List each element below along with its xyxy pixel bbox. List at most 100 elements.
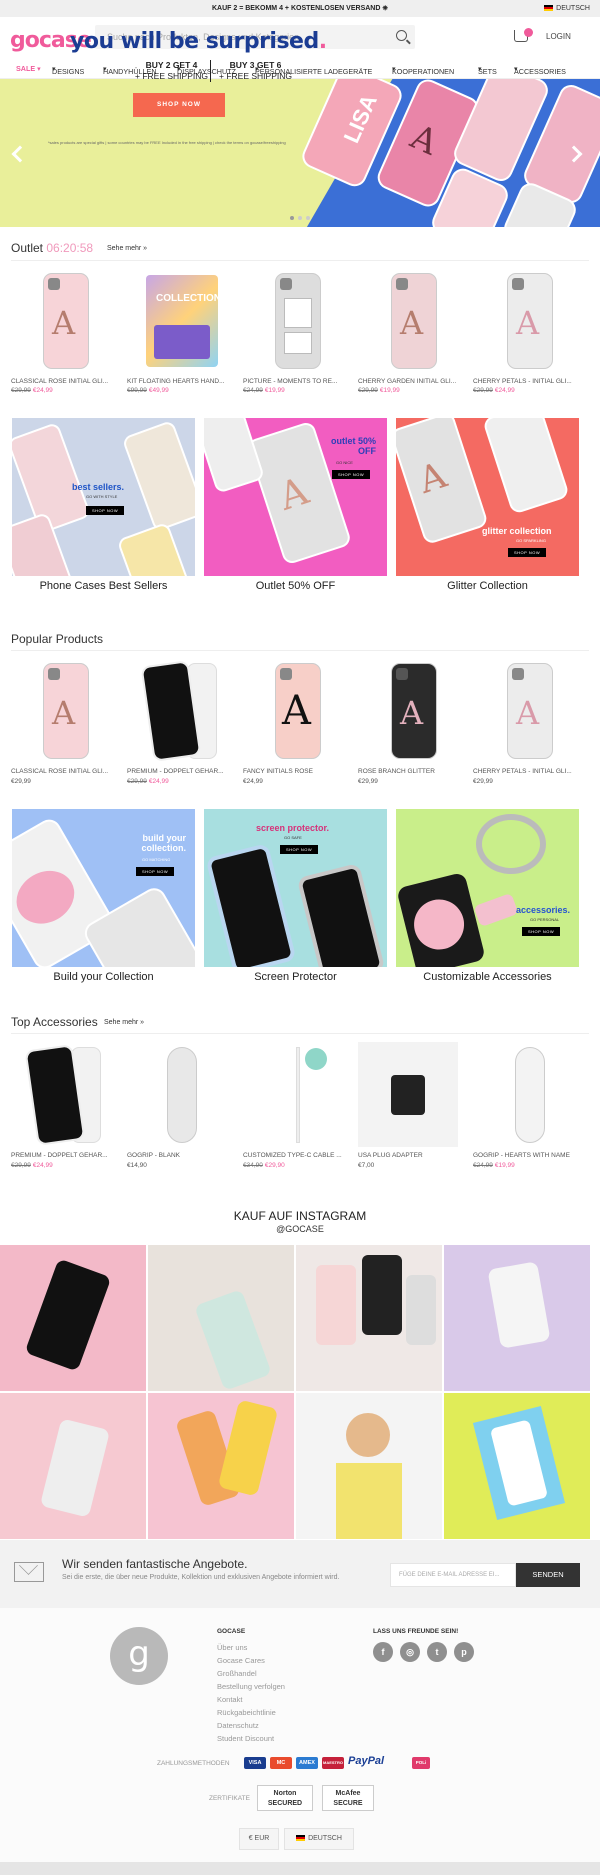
product-image[interactable]: A [248,658,348,763]
instagram-photo[interactable] [148,1245,294,1391]
footer-link[interactable]: Bestellung verfolgen [217,1682,285,1691]
product-image[interactable]: A [16,268,116,373]
product-name[interactable]: ROSE BRANCH GLITTER [358,768,470,775]
banner-caption[interactable]: Build your Collection [12,971,195,983]
banner-shop-button[interactable]: SHOP NOW [86,506,125,515]
language-selector[interactable]: DEUTSCH [544,0,590,17]
product-name[interactable]: PREMIUM - DOPPELT GEHÄR... [11,1152,123,1159]
search-icon[interactable] [396,30,407,41]
outlet-more-link[interactable]: Sehe mehr » [107,245,147,252]
nav-sale[interactable]: SALE ▾ [16,64,41,73]
product-image[interactable] [16,1042,116,1147]
product-image[interactable]: A [364,268,464,373]
product-name[interactable]: CHERRY PETALS - INITIAL GLI... [473,378,585,385]
instagram-photo[interactable] [148,1393,294,1539]
banner-caption[interactable]: Phone Cases Best Sellers [12,580,195,592]
product-image[interactable] [132,1042,232,1147]
product-name[interactable]: KIT FLOATING HEARTS HAND... [127,378,239,385]
footer-link[interactable]: Kontakt [217,1695,242,1704]
gocase-logo-icon[interactable]: g [110,1627,168,1685]
instagram-photo[interactable] [296,1245,442,1391]
login-link[interactable]: LOGIN [546,32,571,41]
newsletter-send-button[interactable]: SENDEN [516,1563,580,1587]
product-name[interactable]: GOGRIP - HEARTS WITH NAME [473,1152,585,1159]
banner-build-collection[interactable]: build your collection. GO MATCHING SHOP … [12,809,195,967]
product-name[interactable]: GOGRIP - BLANK [127,1152,239,1159]
product-name[interactable]: CUSTOMIZED TYPE-C CABLE ... [243,1152,355,1159]
product-image[interactable]: A [480,658,580,763]
hero-title: you will be surprised. [70,29,327,54]
nav-accessories[interactable]: ACCESSORIES ▾ [514,64,566,76]
pinterest-icon[interactable]: p [454,1642,474,1662]
product-price: €7,00 [358,1162,375,1169]
product-image[interactable] [248,1042,348,1147]
banner-screen-protector[interactable]: screen protector. GO SAFE SHOP NOW [204,809,387,967]
banner-caption[interactable]: Customizable Accessories [396,971,579,983]
footer-link[interactable]: Gocase Cares [217,1656,265,1665]
banner-best-sellers[interactable]: best sellers. GO WITH STYLE SHOP NOW [12,418,195,576]
facebook-icon[interactable]: f [373,1642,393,1662]
product-image[interactable]: A [16,658,116,763]
footer-link[interactable]: Rückgabeichtlinie [217,1708,276,1717]
product-name[interactable]: FANCY INITIALS ROSE [243,768,355,775]
product-image[interactable]: A [480,268,580,373]
nav-handyhuellen[interactable]: HANDYHÜLLEN ▾ [103,64,157,76]
product-image[interactable] [358,1042,458,1147]
instagram-title: KAUF AUF INSTAGRAM [233,1209,367,1223]
product-price: €29,99 €24,99 [473,387,515,394]
product-name[interactable]: PREMIUM - DOPPELT GEHÄR... [127,768,239,775]
banner-caption[interactable]: Glitter Collection [396,580,579,592]
instagram-photo[interactable] [444,1393,590,1539]
instagram-handle[interactable]: @GOCASE [0,1224,600,1234]
accessories-title: Top Accessories [11,1015,98,1029]
product-price: €29,99 [358,778,378,785]
banner-glitter[interactable]: A glitter collection GO SPARKLING SHOP N… [396,418,579,576]
banner-shop-button[interactable]: SHOP NOW [332,470,371,479]
product-name[interactable]: USA PLUG ADAPTER [358,1152,470,1159]
email-field[interactable]: FÜGE DEINE E-MAIL ADRESSE EI... [390,1563,516,1587]
banner-caption[interactable]: Outlet 50% OFF [204,580,387,592]
product-image[interactable] [480,1042,580,1147]
product-image[interactable] [132,658,232,763]
instagram-photo[interactable] [0,1393,146,1539]
instagram-photo[interactable] [0,1245,146,1391]
currency-selector[interactable]: € EUR [239,1828,279,1850]
footer-language-selector[interactable]: DEUTSCH [284,1828,354,1850]
instagram-photo[interactable] [444,1245,590,1391]
product-image[interactable]: A [364,658,464,763]
nav-designs[interactable]: DESIGNS ▾ [52,64,84,76]
twitter-icon[interactable]: t [427,1642,447,1662]
nav-sets[interactable]: SETS ▾ [478,64,497,76]
carousel-dots[interactable] [290,216,314,220]
hero-carousel[interactable]: LISA A [0,79,600,227]
banner-shop-button[interactable]: SHOP NOW [522,927,561,936]
accessories-more-link[interactable]: Sehe mehr » [104,1019,144,1026]
footer-link[interactable]: Student Discount [217,1734,274,1743]
product-image[interactable] [248,268,348,373]
divider [11,650,589,651]
product-price: €29,99 €24,99 [11,387,53,394]
hero-shop-now-button[interactable]: SHOP NOW [133,93,225,117]
bottom-strip [0,1862,600,1875]
banner-shop-button[interactable]: SHOP NOW [136,867,175,876]
banner-accessories[interactable]: accessories. GO PERSONAL SHOP NOW [396,809,579,967]
product-price: €34,90 €29,90 [243,1162,285,1169]
product-name[interactable]: CLASSICAL ROSE INITIAL GLI... [11,378,123,385]
instagram-photo[interactable] [296,1393,442,1539]
footer-link[interactable]: Über uns [217,1643,247,1652]
product-name[interactable]: CHERRY GARDEN INITIAL GLI... [358,378,470,385]
banner-outlet[interactable]: A outlet 50% OFF GO NICE SHOP NOW [204,418,387,576]
footer-link[interactable]: Großhandel [217,1669,257,1678]
banner-caption[interactable]: Screen Protector [204,971,387,983]
nav-kooperationen[interactable]: KOOPERATIONEN ▾ [392,64,454,76]
product-name[interactable]: CLASSICAL ROSE INITIAL GLI... [11,768,123,775]
banner-shop-button[interactable]: SHOP NOW [280,845,319,854]
product-name[interactable]: CHERRY PETALS - INITIAL GLI... [473,768,585,775]
product-image[interactable]: COLLECTION [132,268,232,373]
product-name[interactable]: PICTURE - MOMENTS TO RE... [243,378,355,385]
outlet-title: Outlet 06:20:58 [11,241,94,255]
banner-shop-button[interactable]: SHOP NOW [508,548,547,557]
footer-link[interactable]: Datenschutz [217,1721,259,1730]
instagram-icon[interactable]: ◎ [400,1642,420,1662]
envelope-icon [14,1562,44,1582]
